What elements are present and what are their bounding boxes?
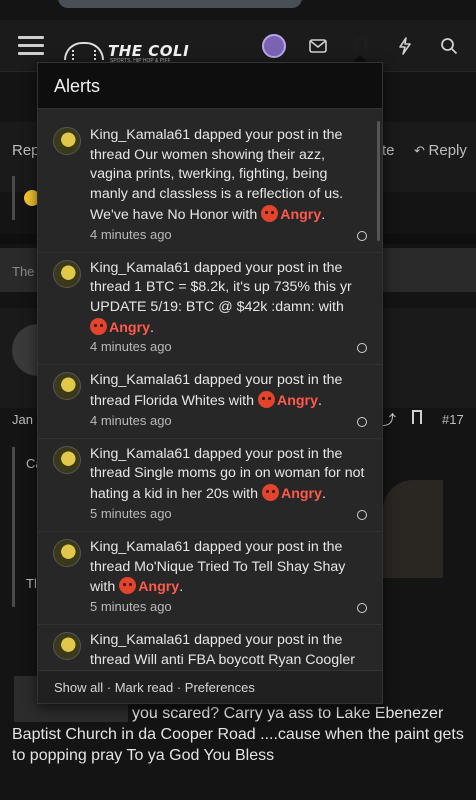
alert-item[interactable]: King_Kamala61 dapped your post in the th… — [38, 439, 382, 532]
alert-avatar[interactable] — [53, 538, 81, 567]
angry-reaction-icon — [261, 484, 279, 502]
alert-time: 5 minutes ago — [90, 598, 172, 614]
reply-label: Reply — [428, 142, 467, 159]
footer-separator: · — [173, 680, 185, 695]
angry-reaction-icon — [257, 391, 275, 409]
alert-username[interactable]: King_Kamala61 — [90, 446, 190, 462]
angry-reaction-icon — [261, 204, 279, 222]
quote-bar — [12, 176, 15, 220]
post-body-text: you scared? Carry ya ass to Lake Ebeneze… — [12, 703, 472, 766]
alert-time: 4 minutes ago — [90, 226, 172, 242]
alert-avatar[interactable] — [53, 372, 81, 401]
mark-read-dot[interactable] — [357, 230, 367, 241]
alert-avatar[interactable] — [53, 127, 81, 155]
bookmark-icon[interactable] — [412, 410, 422, 424]
alert-message: King_Kamala61 dapped your post in the th… — [90, 445, 365, 503]
post-date[interactable]: Jan — [12, 412, 33, 427]
thread-preview-text: The — [12, 264, 35, 279]
mark-read-dot[interactable] — [357, 602, 367, 613]
alert-time: 4 minutes ago — [90, 412, 172, 428]
alert-item[interactable]: King_Kamala61 dapped your post in the th… — [38, 253, 382, 366]
alert-time: 4 minutes ago — [90, 339, 172, 355]
envelope-icon[interactable] — [306, 34, 330, 58]
menu-icon[interactable] — [18, 36, 44, 56]
quote-link[interactable]: te — [382, 142, 395, 159]
alert-reaction: Angry — [109, 319, 150, 336]
quote-text-start-2: Tl — [26, 576, 37, 591]
alert-message: King_Kamala61 dapped your post in the th… — [90, 259, 352, 336]
alert-username[interactable]: King_Kamala61 — [90, 632, 190, 648]
alert-message: King_Kamala61 dapped your post in the th… — [90, 631, 366, 671]
post-number[interactable]: #17 — [442, 412, 464, 427]
alert-reaction: Angry — [280, 486, 322, 503]
mark-read-dot[interactable] — [357, 416, 367, 427]
alert-username[interactable]: King_Kamala61 — [90, 539, 190, 555]
alerts-popup: Alerts King_Kamala61 dapped your post in… — [37, 62, 383, 704]
user-avatar[interactable] — [262, 34, 286, 58]
quoted-image — [383, 480, 443, 578]
alert-reaction: Angry — [138, 579, 180, 596]
show-all-link[interactable]: Show all — [54, 680, 103, 695]
angry-reaction-icon — [90, 317, 107, 335]
alert-avatar[interactable] — [53, 631, 81, 660]
alert-message: King_Kamala61 dapped your post in the th… — [90, 372, 343, 410]
footer-separator: · — [103, 680, 115, 695]
alert-item[interactable]: King_Kamala61 dapped your post in the th… — [38, 625, 382, 671]
post-body-line1: you scared? Carry ya ass to Lake Ebeneze… — [132, 705, 444, 722]
alert-reaction: Angry — [280, 206, 322, 223]
alerts-list: King_Kamala61 dapped your post in the th… — [38, 120, 382, 671]
preferences-link[interactable]: Preferences — [185, 680, 255, 695]
alert-username[interactable]: King_Kamala61 — [90, 260, 190, 276]
mark-read-dot[interactable] — [357, 509, 367, 520]
alert-item[interactable]: King_Kamala61 dapped your post in the th… — [38, 120, 382, 253]
reply-link-left[interactable]: Rep — [12, 142, 40, 159]
alert-message: King_Kamala61 dapped your post in the th… — [90, 127, 344, 223]
alerts-footer: Show all · Mark read · Preferences — [38, 670, 382, 703]
alert-item[interactable]: King_Kamala61 dapped your post in the th… — [38, 532, 382, 625]
browser-url-bar[interactable] — [58, 0, 302, 8]
reply-link-right[interactable]: ↶ Reply — [414, 142, 467, 159]
alert-item[interactable]: King_Kamala61 dapped your post in the th… — [38, 365, 382, 439]
alert-message: King_Kamala61 dapped your post in the th… — [90, 538, 346, 596]
share-icon[interactable]: ⤴ — [382, 410, 396, 430]
alert-avatar[interactable] — [53, 259, 81, 288]
alert-time: 5 minutes ago — [90, 505, 172, 521]
site-logo[interactable]: THE COLI SPORTS, HIP HOP & PIFF — [64, 34, 189, 64]
angry-reaction-icon — [119, 577, 137, 595]
alert-username[interactable]: King_Kamala61 — [90, 372, 190, 388]
post-body-line2: Baptist Church in da Cooper Road ....cau… — [12, 726, 464, 764]
alerts-title: Alerts — [38, 63, 382, 109]
alert-avatar[interactable] — [53, 445, 81, 474]
mark-read-link[interactable]: Mark read — [115, 680, 174, 695]
alert-username[interactable]: King_Kamala61 — [90, 127, 190, 143]
colosseum-icon — [64, 42, 104, 60]
reply-icon: ↶ — [414, 143, 429, 158]
search-icon[interactable] — [437, 34, 461, 58]
lightning-icon[interactable] — [393, 34, 417, 58]
quote-bar-2 — [12, 447, 15, 607]
alert-reaction: Angry — [276, 393, 318, 410]
